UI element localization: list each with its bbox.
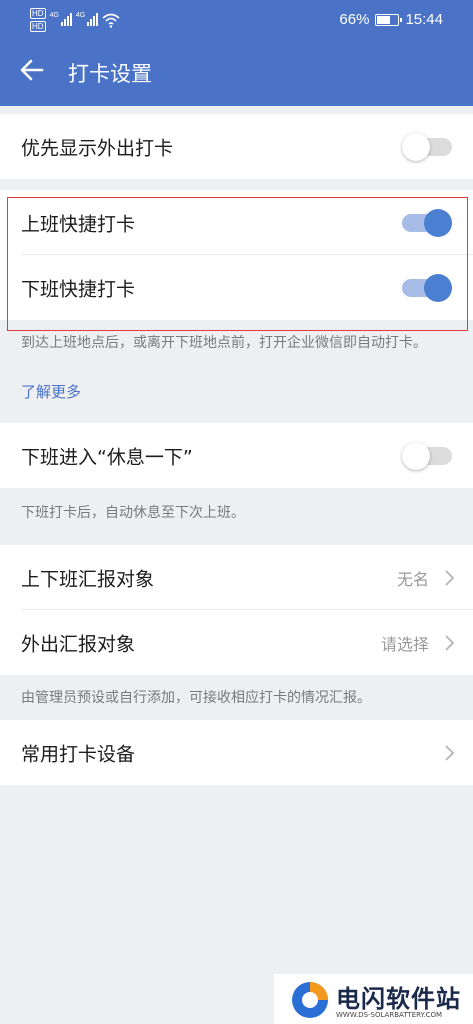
title-bar: 打卡设置 xyxy=(0,40,473,106)
signal-icon: 4G xyxy=(76,12,99,26)
chevron-right-icon xyxy=(445,744,455,761)
learn-more-link[interactable]: 了解更多 xyxy=(21,381,81,402)
setting-label: 优先显示外出打卡 xyxy=(21,137,174,159)
setting-report-target-work[interactable]: 上下班汇报对象 无名 xyxy=(0,545,473,610)
setting-label: 下班进入“休息一下” xyxy=(21,446,193,468)
quick-clock-note: 到达上班地点后，或离开下班地点前，打开企业微信即自动打卡。 xyxy=(21,335,427,351)
setting-outside-priority: 优先显示外出打卡 xyxy=(0,114,473,179)
watermark: 电闪软件站 WWW.DS-SOLARBATTERY.COM xyxy=(274,974,473,1024)
arrow-left-icon[interactable] xyxy=(18,56,46,84)
clock: 15:44 xyxy=(405,11,443,28)
status-left: HD HD 4G 4G xyxy=(30,8,120,34)
setting-label: 上下班汇报对象 xyxy=(21,568,155,590)
hd-badges: HD HD xyxy=(30,8,46,34)
page-title: 打卡设置 xyxy=(68,62,152,86)
watermark-brand: 电闪软件站 xyxy=(336,985,461,1013)
setting-common-devices[interactable]: 常用打卡设备 xyxy=(0,720,473,785)
toggle-rest-after-work[interactable] xyxy=(402,441,452,470)
setting-value: 请选择 xyxy=(380,634,429,654)
app-header: HD HD 4G 4G 66% 15:44 打卡设置 xyxy=(0,0,473,106)
hd-badge: HD xyxy=(30,8,46,19)
setting-report-target-outside[interactable]: 外出汇报对象 请选择 xyxy=(0,610,473,675)
report-note: 由管理员预设或自行添加，可接收相应打卡的情况汇报。 xyxy=(21,690,371,706)
setting-label: 外出汇报对象 xyxy=(21,633,136,655)
toggle-outside-priority[interactable] xyxy=(402,132,452,161)
watermark-url: WWW.DS-SOLARBATTERY.COM xyxy=(336,1011,443,1019)
status-right: 66% 15:44 xyxy=(339,11,443,28)
setting-rest-after-work: 下班进入“休息一下” xyxy=(0,423,473,488)
battery-percent: 66% xyxy=(339,11,370,28)
status-bar: HD HD 4G 4G 66% 15:44 xyxy=(0,0,473,40)
hd-badge: HD xyxy=(30,21,46,32)
chevron-right-icon xyxy=(445,569,455,586)
setting-label: 常用打卡设备 xyxy=(21,743,136,765)
battery-icon xyxy=(375,13,403,26)
signal-icon: 4G xyxy=(50,12,72,26)
rest-note: 下班打卡后，自动休息至下次上班。 xyxy=(21,505,245,521)
wifi-icon xyxy=(102,13,120,28)
highlight-box xyxy=(7,197,468,331)
brand-logo-icon xyxy=(292,982,328,1018)
setting-value: 无名 xyxy=(396,569,429,589)
chevron-right-icon xyxy=(445,634,455,651)
